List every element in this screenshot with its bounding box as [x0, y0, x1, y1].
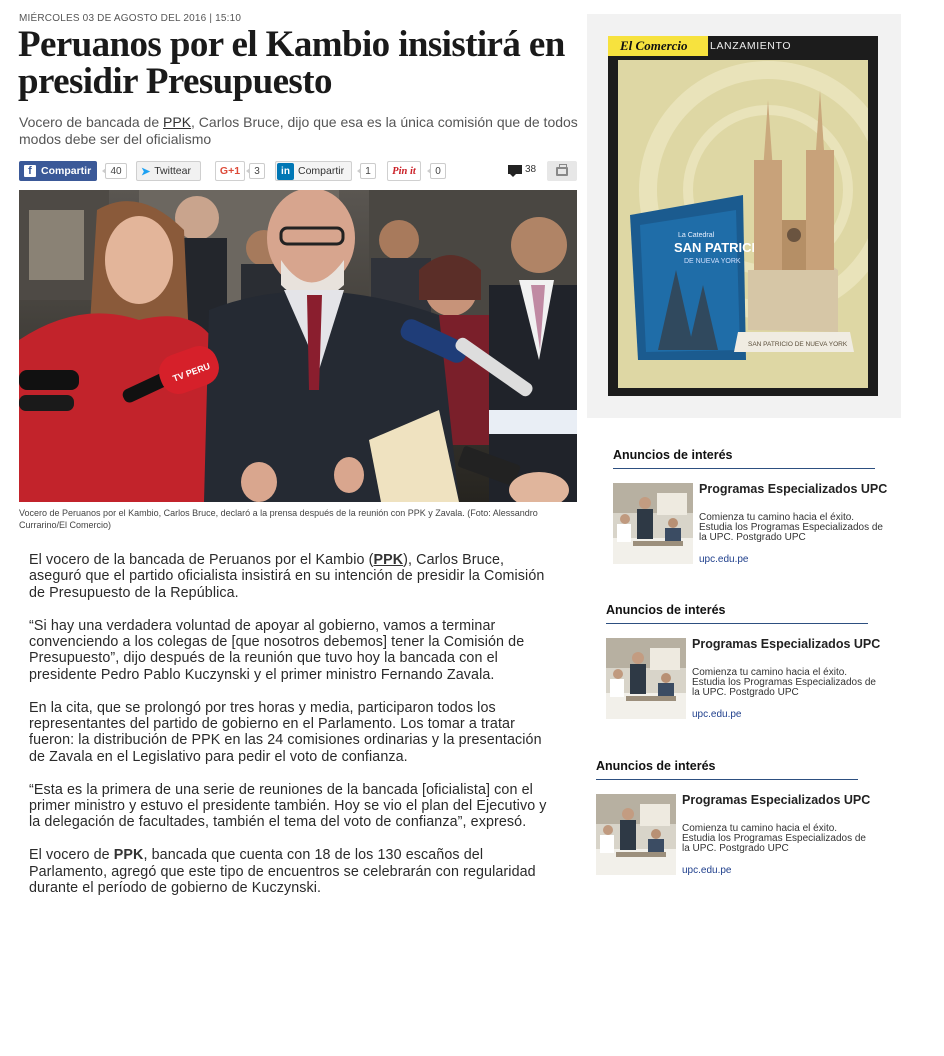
sponsored-item[interactable]: Programas Especializados UPC Comienza tu…: [613, 483, 887, 565]
photo-caption: Vocero de Peruanos por el Kambio, Carlos…: [19, 508, 538, 530]
sponsored-headline[interactable]: Programas Especializados UPC: [682, 794, 872, 807]
printer-icon: [556, 163, 568, 176]
facebook-share-button[interactable]: f Compartir: [19, 161, 97, 181]
press-scrum-image: TV PERU: [19, 190, 577, 502]
sponsored-headline[interactable]: Programas Especializados UPC: [699, 483, 889, 496]
sponsored-title: Anuncios de interés: [613, 448, 733, 462]
pinterest-pin-count: 0: [427, 163, 446, 179]
ppk-keyword: PPK: [113, 847, 144, 864]
sponsored-description: Comienza tu camino hacia el éxito. Estud…: [682, 823, 866, 855]
sponsored-item[interactable]: Programas Especializados UPC Comienza tu…: [596, 794, 870, 876]
article-photo: TV PERU: [19, 190, 577, 502]
pinterest-pin-button[interactable]: Pin it: [387, 161, 421, 181]
body-text: El vocero de: [29, 847, 114, 864]
sponsored-description: Comienza tu camino hacia el éxito. Estud…: [692, 667, 876, 699]
sponsored-item[interactable]: Programas Especializados UPC Comienza tu…: [606, 638, 880, 720]
sponsored-rule: [606, 623, 868, 624]
sponsored-title: Anuncios de interés: [596, 759, 716, 773]
ad-tag-label: LANZAMIENTO: [710, 40, 792, 52]
upc-thumbnail[interactable]: [613, 483, 693, 564]
sponsored-block-2: Anuncios de interés Programas Especializ…: [606, 603, 880, 723]
linkedin-share-label: Compartir: [298, 165, 345, 177]
ad-topbar: El Comercio LANZAMIENTO: [608, 36, 878, 56]
sponsored-description: Comienza tu camino hacia el éxito. Estud…: [699, 512, 883, 544]
twitter-bird-icon: ➤: [141, 165, 151, 178]
sponsored-rule: [596, 779, 858, 780]
ad-book-subtitle: DE NUEVA YORK: [684, 258, 741, 265]
comments-link[interactable]: 38: [508, 164, 537, 177]
sponsored-headline[interactable]: Programas Especializados UPC: [692, 638, 882, 651]
body-paragraph: En la cita, que se prolongó por tres hor…: [29, 699, 542, 765]
comment-bubble-icon: [508, 165, 522, 177]
article-headline: Peruanos por el Kambio insistirá en pres…: [18, 24, 565, 102]
ppk-tag-link[interactable]: PPK: [373, 552, 403, 568]
ad-book-small: La Catedral: [678, 232, 715, 239]
cathedral-illustration: La Catedral SAN PATRICIO DE NUEVA YORK S…: [618, 60, 868, 388]
body-paragraph: “Si hay una verdadera voluntad de apoyar…: [29, 617, 525, 683]
article-dateline: MIÉRCOLES 03 DE AGOSTO DEL 2016 | 15:10: [19, 13, 242, 24]
body-paragraph: El vocero de la bancada de Peruanos por …: [29, 552, 554, 601]
linkedin-share-count: 1: [357, 163, 376, 179]
share-bar: f Compartir 40 ➤ Twittear G+1 3 in Compa…: [19, 160, 577, 182]
ppk-tag-link[interactable]: PPK: [163, 114, 191, 130]
comments-count: 38: [525, 164, 537, 175]
sponsored-block-1: Anuncios de interés Programas Especializ…: [613, 448, 887, 568]
article-subtitle: Vocero de bancada de PPK, Carlos Bruce, …: [19, 114, 579, 148]
sponsored-link[interactable]: upc.edu.pe: [699, 554, 749, 565]
facebook-share-count: 40: [102, 163, 127, 179]
google-plus-button[interactable]: G+1: [215, 161, 245, 181]
sponsored-rule: [613, 468, 875, 469]
el-comercio-logo: El Comercio: [608, 36, 708, 56]
el-comercio-promo[interactable]: El Comercio LANZAMIENTO La Catedral SAN …: [608, 36, 878, 396]
subtitle-text-before: Vocero de bancada de: [19, 114, 164, 130]
body-paragraph: El vocero de PPK, bancada que cuenta con…: [29, 847, 554, 896]
facebook-icon: f: [24, 165, 36, 177]
ad-book-title: SAN PATRICIO: [674, 240, 765, 255]
ad-base-label: SAN PATRICIO DE NUEVA YORK: [748, 341, 848, 348]
sponsored-link[interactable]: upc.edu.pe: [692, 709, 742, 720]
sponsored-title: Anuncios de interés: [606, 603, 726, 617]
upc-thumbnail[interactable]: [596, 794, 676, 875]
linkedin-icon: in: [277, 162, 294, 180]
ad-container: El Comercio LANZAMIENTO La Catedral SAN …: [587, 14, 901, 418]
twitter-share-button[interactable]: ➤ Twittear: [136, 161, 201, 181]
article-body: El vocero de la bancada de Peruanos por …: [29, 552, 554, 962]
ad-scene: La Catedral SAN PATRICIO DE NUEVA YORK S…: [618, 60, 868, 388]
sponsored-block-3: Anuncios de interés Programas Especializ…: [596, 759, 870, 879]
twitter-share-label: Twittear: [154, 165, 191, 177]
body-text: El vocero de la bancada de Peruanos por …: [29, 552, 374, 568]
sponsored-link[interactable]: upc.edu.pe: [682, 865, 732, 876]
google-plus-count: 3: [246, 163, 265, 179]
linkedin-share-button[interactable]: in Compartir: [275, 161, 352, 181]
upc-thumbnail[interactable]: [606, 638, 686, 719]
print-button[interactable]: [547, 161, 577, 181]
facebook-share-label: Compartir: [41, 165, 92, 177]
body-paragraph: “Esta es la primera de una serie de reun…: [29, 781, 547, 831]
